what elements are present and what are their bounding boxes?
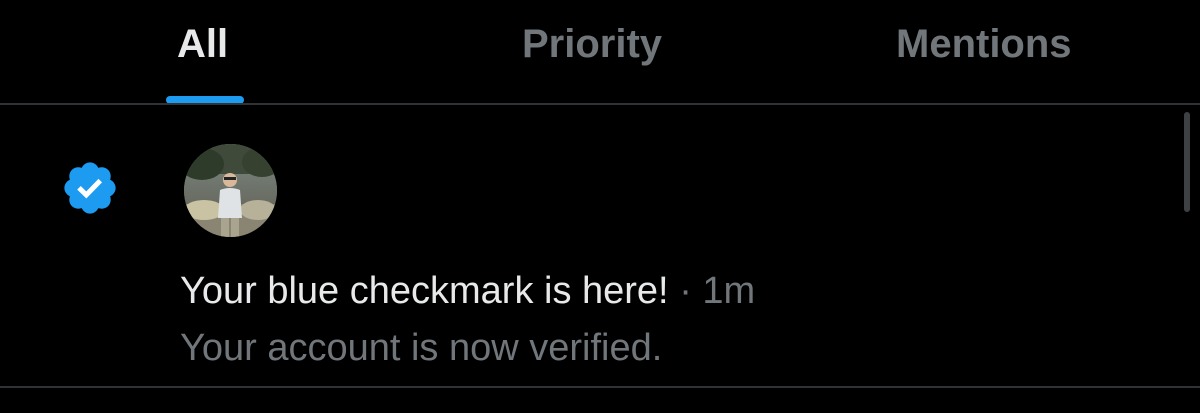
notification-title-line: Your blue checkmark is here! · 1m (180, 266, 755, 316)
notification-timestamp: 1m (702, 270, 756, 312)
notification-title: Your blue checkmark is here! (180, 270, 669, 312)
tab-priority[interactable]: Priority (522, 18, 662, 70)
scrollbar[interactable] (1184, 112, 1190, 212)
avatar-photo (184, 144, 277, 237)
user-avatar[interactable] (184, 144, 277, 237)
notification-tabs: All Priority Mentions (0, 0, 1200, 104)
tabs-divider (0, 103, 1200, 105)
notification-divider (0, 386, 1200, 388)
tab-all[interactable]: All (177, 18, 228, 70)
verified-badge-icon (64, 162, 116, 214)
tab-mentions[interactable]: Mentions (896, 18, 1072, 70)
notification-separator: · (679, 270, 692, 312)
notification-body: Your account is now verified. (180, 327, 663, 369)
